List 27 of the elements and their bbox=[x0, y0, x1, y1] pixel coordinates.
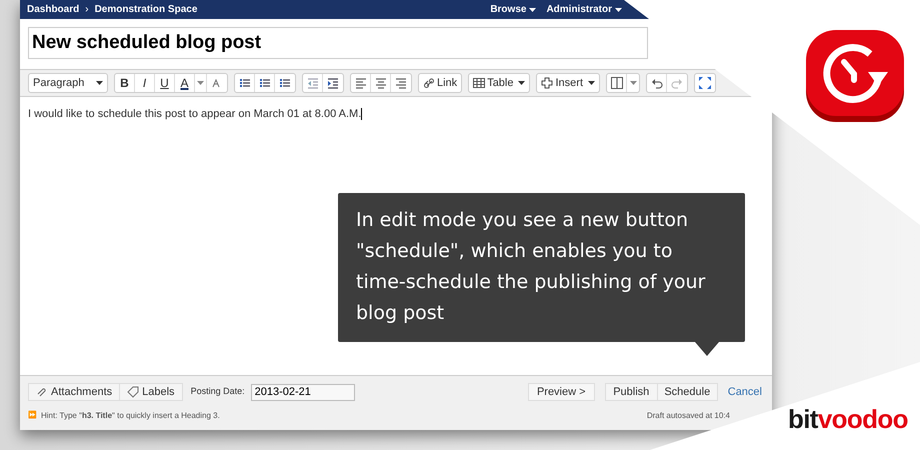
preview-button[interactable]: Preview > bbox=[528, 383, 595, 401]
title-field[interactable]: New scheduled blog post bbox=[28, 27, 648, 59]
breadcrumb-link[interactable]: Demonstration Space bbox=[94, 2, 198, 17]
style-button[interactable]: I bbox=[135, 74, 155, 92]
insert-button[interactable]: Insert bbox=[536, 73, 600, 93]
posting-date-label: Posting Date: bbox=[190, 385, 245, 398]
nav-menu[interactable]: Browse bbox=[490, 2, 536, 17]
breadcrumb-link[interactable]: Dashboard bbox=[27, 2, 80, 17]
brand-logo: bitvoodoo bbox=[788, 406, 908, 432]
attachments-button[interactable]: Attachments bbox=[28, 383, 120, 401]
labels-button[interactable]: Labels bbox=[120, 383, 183, 401]
nav-menu[interactable]: Administrator bbox=[546, 2, 622, 17]
posting-date-field[interactable]: 2013-02-21 bbox=[250, 384, 355, 400]
schedule-button[interactable]: Schedule bbox=[658, 383, 718, 401]
style-button[interactable]: B bbox=[115, 74, 135, 92]
publish-button[interactable]: Publish bbox=[604, 383, 658, 401]
format-select[interactable]: Paragraph bbox=[28, 73, 108, 93]
style-button[interactable]: A bbox=[175, 74, 195, 92]
autosave-status: Draft autosaved at 10:4 bbox=[646, 410, 730, 422]
table-button[interactable]: Table bbox=[468, 73, 530, 93]
hint-text: Hint: Type "h3. Title" to quickly insert a Heading 3. bbox=[41, 410, 220, 422]
link-button[interactable]: Link bbox=[418, 73, 462, 93]
breadcrumb-separator: › bbox=[85, 3, 89, 17]
cancel-link[interactable]: Cancel bbox=[728, 384, 762, 400]
editor-text[interactable]: I would like to schedule this post to appear on March 01 at 8.00 A.M. bbox=[28, 106, 362, 122]
style-button[interactable]: U bbox=[155, 74, 175, 92]
callout-tooltip: In edit mode you see a new button "schedule", which enables you to time-schedule the publishing of your blog post bbox=[338, 193, 745, 342]
